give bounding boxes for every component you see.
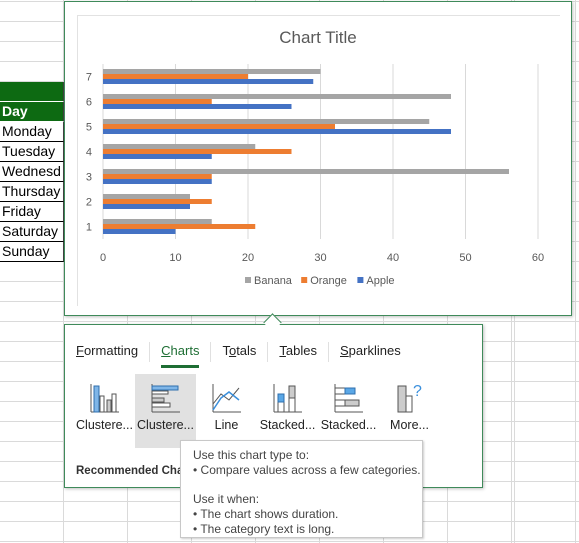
y-tick-label: 7 (86, 72, 92, 84)
chart-option-clustered-column[interactable]: Clustere... (74, 374, 135, 448)
y-tick-label: 4 (86, 147, 92, 159)
cell-day[interactable]: Friday (0, 202, 64, 222)
y-tick-label: 6 (86, 97, 92, 109)
chart-option-stacked-column[interactable]: Stacked... (257, 374, 318, 448)
chart-type-tooltip: Use this chart type to: • Compare values… (180, 440, 423, 538)
bar-orange (103, 124, 335, 129)
tab-sparklines[interactable]: Sparklines (340, 342, 412, 362)
chart-preview: Chart Title 0 10 20 30 40 50 60 1 2 3 4 5 6 7 Banana Or… (64, 1, 572, 316)
legend-label-orange: Orange (310, 275, 347, 287)
stacked-bar-icon (334, 384, 363, 413)
x-tick-label: 40 (387, 252, 399, 264)
bar-banana (103, 144, 256, 149)
tooltip-line: Use this chart type to: (193, 448, 310, 462)
y-tick-label: 5 (86, 122, 92, 134)
clustered-column-icon (90, 384, 119, 413)
legend-swatch-apple (357, 277, 364, 283)
tooltip-line: Use it when: (193, 492, 260, 506)
cell-day[interactable]: Saturday (0, 222, 64, 242)
bar-apple (103, 229, 176, 234)
clustered-bar-icon (151, 384, 180, 413)
chart-type-options: Clustere... Clustere... Line Stacked... Stac… (74, 374, 440, 448)
chart-option-label: Line (214, 418, 239, 432)
tab-tables[interactable]: Tables (279, 342, 329, 362)
cell-day[interactable]: Thursday (0, 182, 64, 202)
cell-day[interactable]: Monday (0, 122, 64, 142)
bar-orange (103, 224, 256, 229)
quick-analysis-tabs: Formatting Charts Totals Tables Sparklines (76, 342, 423, 368)
chart-option-label: More... (390, 418, 429, 432)
bar-banana (103, 169, 509, 174)
bar-apple (103, 79, 314, 84)
bar-orange (103, 74, 248, 79)
bar-orange (103, 149, 292, 154)
tooltip-line: • The chart shows duration. (193, 507, 339, 521)
bar-chart-plot: 0 10 20 30 40 50 60 1 2 3 4 5 6 7 Banana Orange Apple (86, 64, 544, 287)
bar-apple (103, 129, 451, 134)
bar-apple (103, 179, 212, 184)
cell-day[interactable]: Tuesday (0, 142, 64, 162)
chart-option-label: Clustere... (76, 418, 133, 432)
chart-option-line-chart[interactable]: Line (196, 374, 257, 448)
more-charts-icon: ? (397, 383, 422, 413)
bar-banana (103, 119, 430, 124)
x-tick-label: 30 (314, 252, 326, 264)
stacked-column-icon (273, 384, 302, 413)
bar-orange (103, 174, 212, 179)
bar-banana (103, 194, 190, 199)
bar-apple (103, 104, 292, 109)
legend-swatch-banana (245, 277, 251, 283)
bar-banana (103, 219, 212, 224)
legend-label-banana: Banana (254, 275, 293, 287)
x-tick-label: 50 (459, 252, 471, 264)
tooltip-line: • The category text is long. (193, 522, 335, 536)
y-tick-label: 3 (86, 172, 92, 184)
chart-option-label: Stacked... (259, 418, 316, 432)
chart-option-label: Clustere... (137, 418, 194, 432)
x-tick-label: 10 (169, 252, 181, 264)
legend-swatch-orange (301, 277, 308, 283)
bar-orange (103, 99, 212, 104)
recommended-charts-label: Recommended Char (76, 465, 188, 477)
cell-day[interactable]: Sunday (0, 242, 64, 262)
tab-formatting[interactable]: Formatting (76, 342, 151, 362)
y-tick-label: 2 (86, 197, 92, 209)
bar-banana (103, 69, 321, 74)
cell-blank-header[interactable] (0, 82, 64, 102)
x-tick-label: 0 (100, 252, 106, 264)
y-tick-label: 1 (86, 222, 92, 234)
x-tick-label: 20 (242, 252, 254, 264)
bar-apple (103, 204, 190, 209)
day-column: Day Monday Tuesday Wednesd Thursday Frid… (0, 82, 64, 262)
svg-text:?: ? (413, 383, 422, 400)
chart-option-clustered-bar[interactable]: Clustere... (135, 374, 196, 448)
legend-label-apple: Apple (366, 275, 394, 287)
chart-option-more-charts[interactable]: ? More... (379, 374, 440, 448)
tab-totals[interactable]: Totals (222, 342, 269, 362)
line-chart-icon (212, 384, 241, 413)
tab-charts[interactable]: Charts (161, 342, 212, 368)
x-tick-label: 60 (532, 252, 544, 264)
cell-day[interactable]: Wednesd (0, 162, 64, 182)
tooltip-line: • Compare values across a few categories… (193, 463, 421, 477)
chart-option-label: Stacked... (320, 418, 377, 432)
bar-orange (103, 199, 212, 204)
chart-option-stacked-bar[interactable]: Stacked... (318, 374, 379, 448)
cell-day-header[interactable]: Day (0, 102, 64, 122)
bar-apple (103, 154, 212, 159)
bar-banana (103, 94, 451, 99)
